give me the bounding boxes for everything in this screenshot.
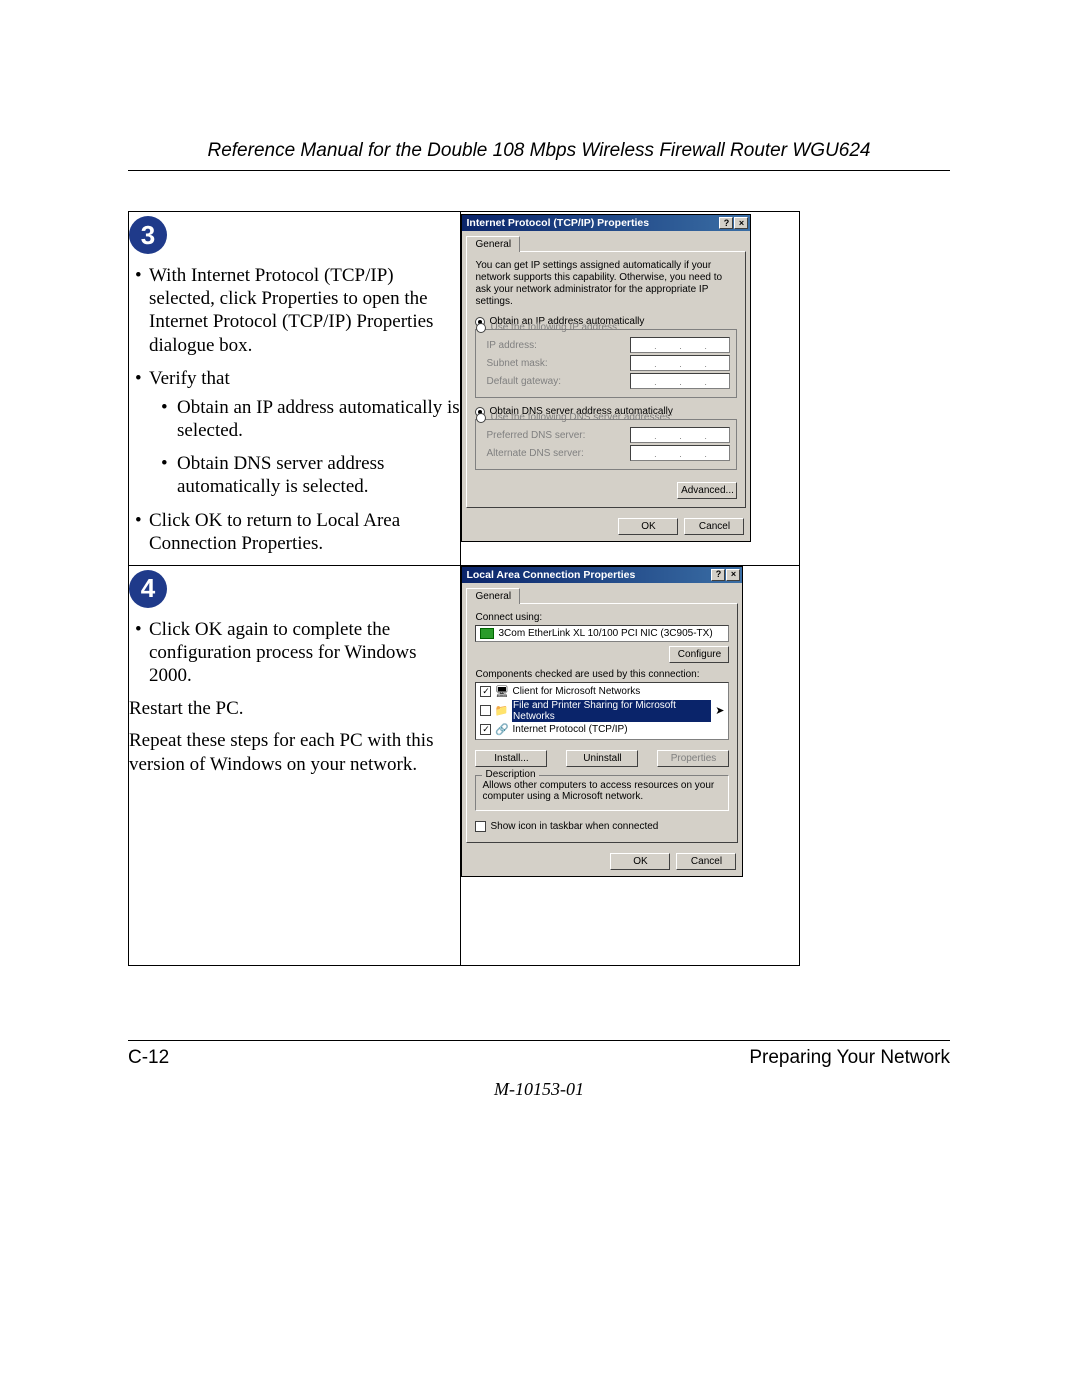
header-rule: [128, 170, 950, 171]
sharing-icon: 📁: [495, 705, 508, 717]
close-icon[interactable]: ×: [734, 217, 748, 229]
subnet-mask-input: ...: [630, 355, 730, 371]
step3-bullet-1: With Internet Protocol (TCP/IP) selected…: [129, 264, 460, 357]
tab-general[interactable]: General: [466, 236, 520, 252]
tcpip-description: You can get IP settings assigned automat…: [475, 260, 737, 308]
description-fieldset: Description Allows other computers to ac…: [475, 775, 729, 811]
cursor-icon: ➤: [715, 704, 724, 717]
document-number: M-10153-01: [128, 1079, 950, 1100]
nic-icon: [480, 628, 494, 639]
cancel-button[interactable]: Cancel: [684, 518, 744, 535]
components-list[interactable]: ✓ 🖥 Client for Microsoft Networks 📁 File…: [475, 682, 729, 740]
default-gateway-input: ...: [630, 373, 730, 389]
page-number: C-12: [128, 1047, 169, 1069]
step-3-instructions: With Internet Protocol (TCP/IP) selected…: [129, 264, 460, 555]
configure-button[interactable]: Configure: [669, 646, 729, 663]
components-label: Components checked are used by this conn…: [475, 669, 729, 680]
steps-table: 3 With Internet Protocol (TCP/IP) select…: [128, 211, 800, 966]
protocol-icon: 🔗: [495, 724, 508, 736]
component-file-print-label: File and Printer Sharing for Microsoft N…: [512, 700, 711, 722]
preferred-dns-label: Preferred DNS server:: [486, 430, 585, 441]
radio-use-following-ip[interactable]: [476, 323, 486, 333]
tcpip-titlebar[interactable]: Internet Protocol (TCP/IP) Properties ? …: [462, 215, 750, 231]
client-icon: 🖥: [495, 686, 508, 698]
show-icon-checkbox[interactable]: [475, 821, 486, 832]
description-text: Allows other computers to access resourc…: [482, 780, 714, 802]
preferred-dns-input: ...: [630, 427, 730, 443]
component-tcpip[interactable]: ✓ 🔗 Internet Protocol (TCP/IP): [480, 723, 724, 737]
component-file-print-sharing[interactable]: 📁 File and Printer Sharing for Microsoft…: [480, 699, 724, 723]
radio-use-following-ip-label: Use the following IP address:: [490, 322, 619, 333]
checkbox-icon[interactable]: ✓: [480, 686, 491, 697]
close-icon[interactable]: ×: [726, 569, 740, 581]
alternate-dns-label: Alternate DNS server:: [486, 448, 583, 459]
step-3-badge: 3: [129, 216, 167, 254]
lac-titlebar[interactable]: Local Area Connection Properties ? ×: [462, 567, 742, 583]
lac-properties-dialog: Local Area Connection Properties ? × Gen…: [461, 566, 743, 877]
uninstall-button[interactable]: Uninstall: [566, 750, 638, 767]
static-ip-fieldset: Use the following IP address: IP address…: [475, 329, 737, 398]
cancel-button[interactable]: Cancel: [676, 853, 736, 870]
step4-repeat: Repeat these steps for each PC with this…: [129, 729, 460, 777]
show-icon-label: Show icon in taskbar when connected: [490, 821, 658, 832]
help-icon[interactable]: ?: [719, 217, 733, 229]
ok-button[interactable]: OK: [610, 853, 670, 870]
connect-using-label: Connect using:: [475, 612, 729, 623]
default-gateway-label: Default gateway:: [486, 376, 561, 387]
nic-display: 3Com EtherLink XL 10/100 PCI NIC (3C905-…: [475, 625, 729, 642]
tab-general[interactable]: General: [466, 588, 520, 604]
description-legend: Description: [482, 769, 538, 780]
step3-bullet-3: Click OK to return to Local Area Connect…: [129, 509, 460, 555]
step-4-badge: 4: [129, 570, 167, 608]
radio-use-following-dns-label: Use the following DNS server addresses:: [490, 412, 672, 423]
static-dns-fieldset: Use the following DNS server addresses: …: [475, 419, 737, 470]
component-tcpip-label: Internet Protocol (TCP/IP): [512, 724, 627, 735]
ip-address-input: ...: [630, 337, 730, 353]
component-client[interactable]: ✓ 🖥 Client for Microsoft Networks: [480, 685, 724, 699]
component-client-label: Client for Microsoft Networks: [512, 686, 640, 697]
step3-bullet-2: Verify that Obtain an IP address automat…: [129, 367, 460, 499]
properties-button[interactable]: Properties: [657, 750, 729, 767]
ok-button[interactable]: OK: [618, 518, 678, 535]
alternate-dns-input: ...: [630, 445, 730, 461]
step3-sub-2: Obtain DNS server address automatically …: [149, 452, 460, 498]
tcpip-properties-dialog: Internet Protocol (TCP/IP) Properties ? …: [461, 214, 751, 542]
tcpip-title: Internet Protocol (TCP/IP) Properties: [466, 217, 649, 229]
nic-name: 3Com EtherLink XL 10/100 PCI NIC (3C905-…: [498, 628, 712, 639]
advanced-button[interactable]: Advanced...: [677, 482, 737, 499]
radio-use-following-dns[interactable]: [476, 413, 486, 423]
step3-sub-1: Obtain an IP address automatically is se…: [149, 396, 460, 442]
checkbox-icon[interactable]: [480, 705, 491, 716]
checkbox-icon[interactable]: ✓: [480, 724, 491, 735]
install-button[interactable]: Install...: [475, 750, 547, 767]
page-header-title: Reference Manual for the Double 108 Mbps…: [128, 140, 950, 162]
step4-restart: Restart the PC.: [129, 697, 460, 721]
step4-bullet-1: Click OK again to complete the configura…: [129, 618, 460, 688]
section-title: Preparing Your Network: [749, 1047, 950, 1069]
subnet-mask-label: Subnet mask:: [486, 358, 547, 369]
lac-title: Local Area Connection Properties: [466, 569, 635, 581]
ip-address-label: IP address:: [486, 340, 536, 351]
step3-bullet-2-text: Verify that: [149, 368, 230, 389]
step-4-instructions: Click OK again to complete the configura…: [129, 618, 460, 688]
help-icon[interactable]: ?: [711, 569, 725, 581]
footer-rule: [128, 1040, 950, 1041]
